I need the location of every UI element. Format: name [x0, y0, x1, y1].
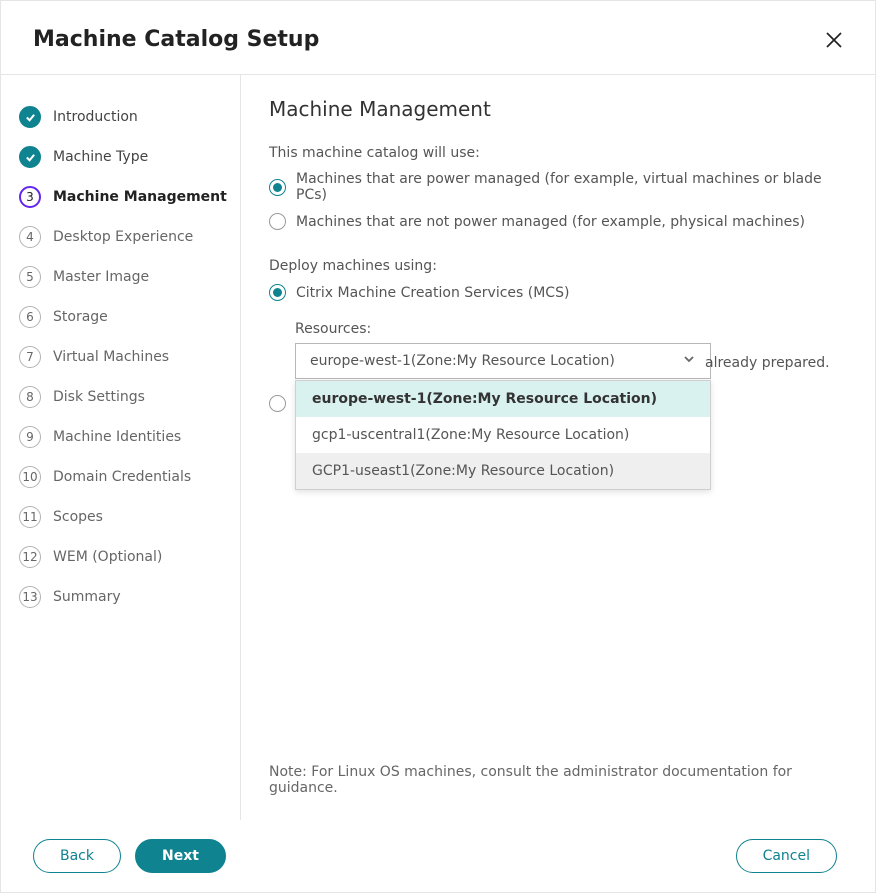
resources-label: Resources: [295, 321, 845, 337]
step-machine-identities[interactable]: 9 Machine Identities [19, 417, 240, 457]
step-disk-settings[interactable]: 8 Disk Settings [19, 377, 240, 417]
radio-label: Machines that are power managed (for exa… [296, 171, 845, 203]
step-done-icon [19, 106, 41, 128]
deploy-label: Deploy machines using: [269, 258, 845, 274]
step-label: Storage [53, 309, 108, 325]
step-desktop-experience[interactable]: 4 Desktop Experience [19, 217, 240, 257]
step-done-icon [19, 146, 41, 168]
dropdown-option[interactable]: gcp1-uscentral1(Zone:My Resource Locatio… [296, 417, 710, 453]
radio-label: Citrix Machine Creation Services (MCS) [296, 285, 569, 301]
main-panel: Machine Management This machine catalog … [241, 75, 875, 820]
radio-label: Machines that are not power managed (for… [296, 214, 805, 230]
step-machine-type[interactable]: Machine Type [19, 137, 240, 177]
chevron-down-icon [682, 352, 696, 370]
step-number: 5 [19, 266, 41, 288]
step-introduction[interactable]: Introduction [19, 97, 240, 137]
dropdown-option[interactable]: GCP1-useast1(Zone:My Resource Location) [296, 453, 710, 489]
radio-icon [269, 395, 286, 412]
step-label: Domain Credentials [53, 469, 191, 485]
select-value: europe-west-1(Zone:My Resource Location) [310, 353, 615, 369]
page-title: Machine Management [269, 97, 845, 121]
dialog-title: Machine Catalog Setup [33, 27, 319, 52]
resources-select[interactable]: europe-west-1(Zone:My Resource Location) [295, 343, 711, 379]
step-label: Machine Identities [53, 429, 181, 445]
step-machine-management[interactable]: 3 Machine Management [19, 177, 240, 217]
next-button[interactable]: Next [135, 839, 226, 873]
step-label: Virtual Machines [53, 349, 169, 365]
step-number: 3 [19, 186, 41, 208]
step-wem[interactable]: 12 WEM (Optional) [19, 537, 240, 577]
step-number: 10 [19, 466, 41, 488]
close-icon [825, 31, 843, 49]
use-label: This machine catalog will use: [269, 145, 845, 161]
step-label: Desktop Experience [53, 229, 193, 245]
step-scopes[interactable]: 11 Scopes [19, 497, 240, 537]
radio-icon [269, 179, 286, 196]
step-label: Machine Management [53, 189, 227, 205]
step-number: 9 [19, 426, 41, 448]
step-label: WEM (Optional) [53, 549, 162, 565]
step-number: 11 [19, 506, 41, 528]
back-button[interactable]: Back [33, 839, 121, 873]
step-number: 6 [19, 306, 41, 328]
radio-not-power-managed[interactable]: Machines that are not power managed (for… [269, 213, 845, 230]
step-label: Introduction [53, 109, 138, 125]
step-label: Disk Settings [53, 389, 145, 405]
step-label: Master Image [53, 269, 149, 285]
step-number: 13 [19, 586, 41, 608]
partial-label: already prepared. [705, 355, 830, 371]
step-virtual-machines[interactable]: 7 Virtual Machines [19, 337, 240, 377]
step-label: Summary [53, 589, 121, 605]
step-label: Machine Type [53, 149, 148, 165]
power-managed-group: Machines that are power managed (for exa… [269, 171, 845, 240]
wizard-sidebar: Introduction Machine Type 3 Machine Mana… [1, 75, 241, 820]
radio-mcs[interactable]: Citrix Machine Creation Services (MCS) [269, 284, 845, 301]
close-button[interactable] [823, 29, 845, 51]
footer: Back Next Cancel [1, 820, 875, 892]
step-summary[interactable]: 13 Summary [19, 577, 240, 617]
step-number: 8 [19, 386, 41, 408]
dropdown-option[interactable]: europe-west-1(Zone:My Resource Location) [296, 381, 710, 417]
note-text: Note: For Linux OS machines, consult the… [269, 764, 845, 820]
step-label: Scopes [53, 509, 103, 525]
radio-icon [269, 284, 286, 301]
step-number: 7 [19, 346, 41, 368]
step-number: 12 [19, 546, 41, 568]
cancel-button[interactable]: Cancel [736, 839, 837, 873]
step-master-image[interactable]: 5 Master Image [19, 257, 240, 297]
step-domain-credentials[interactable]: 10 Domain Credentials [19, 457, 240, 497]
resources-dropdown: europe-west-1(Zone:My Resource Location)… [295, 380, 711, 490]
step-number: 4 [19, 226, 41, 248]
step-storage[interactable]: 6 Storage [19, 297, 240, 337]
radio-power-managed[interactable]: Machines that are power managed (for exa… [269, 171, 845, 203]
radio-icon [269, 213, 286, 230]
